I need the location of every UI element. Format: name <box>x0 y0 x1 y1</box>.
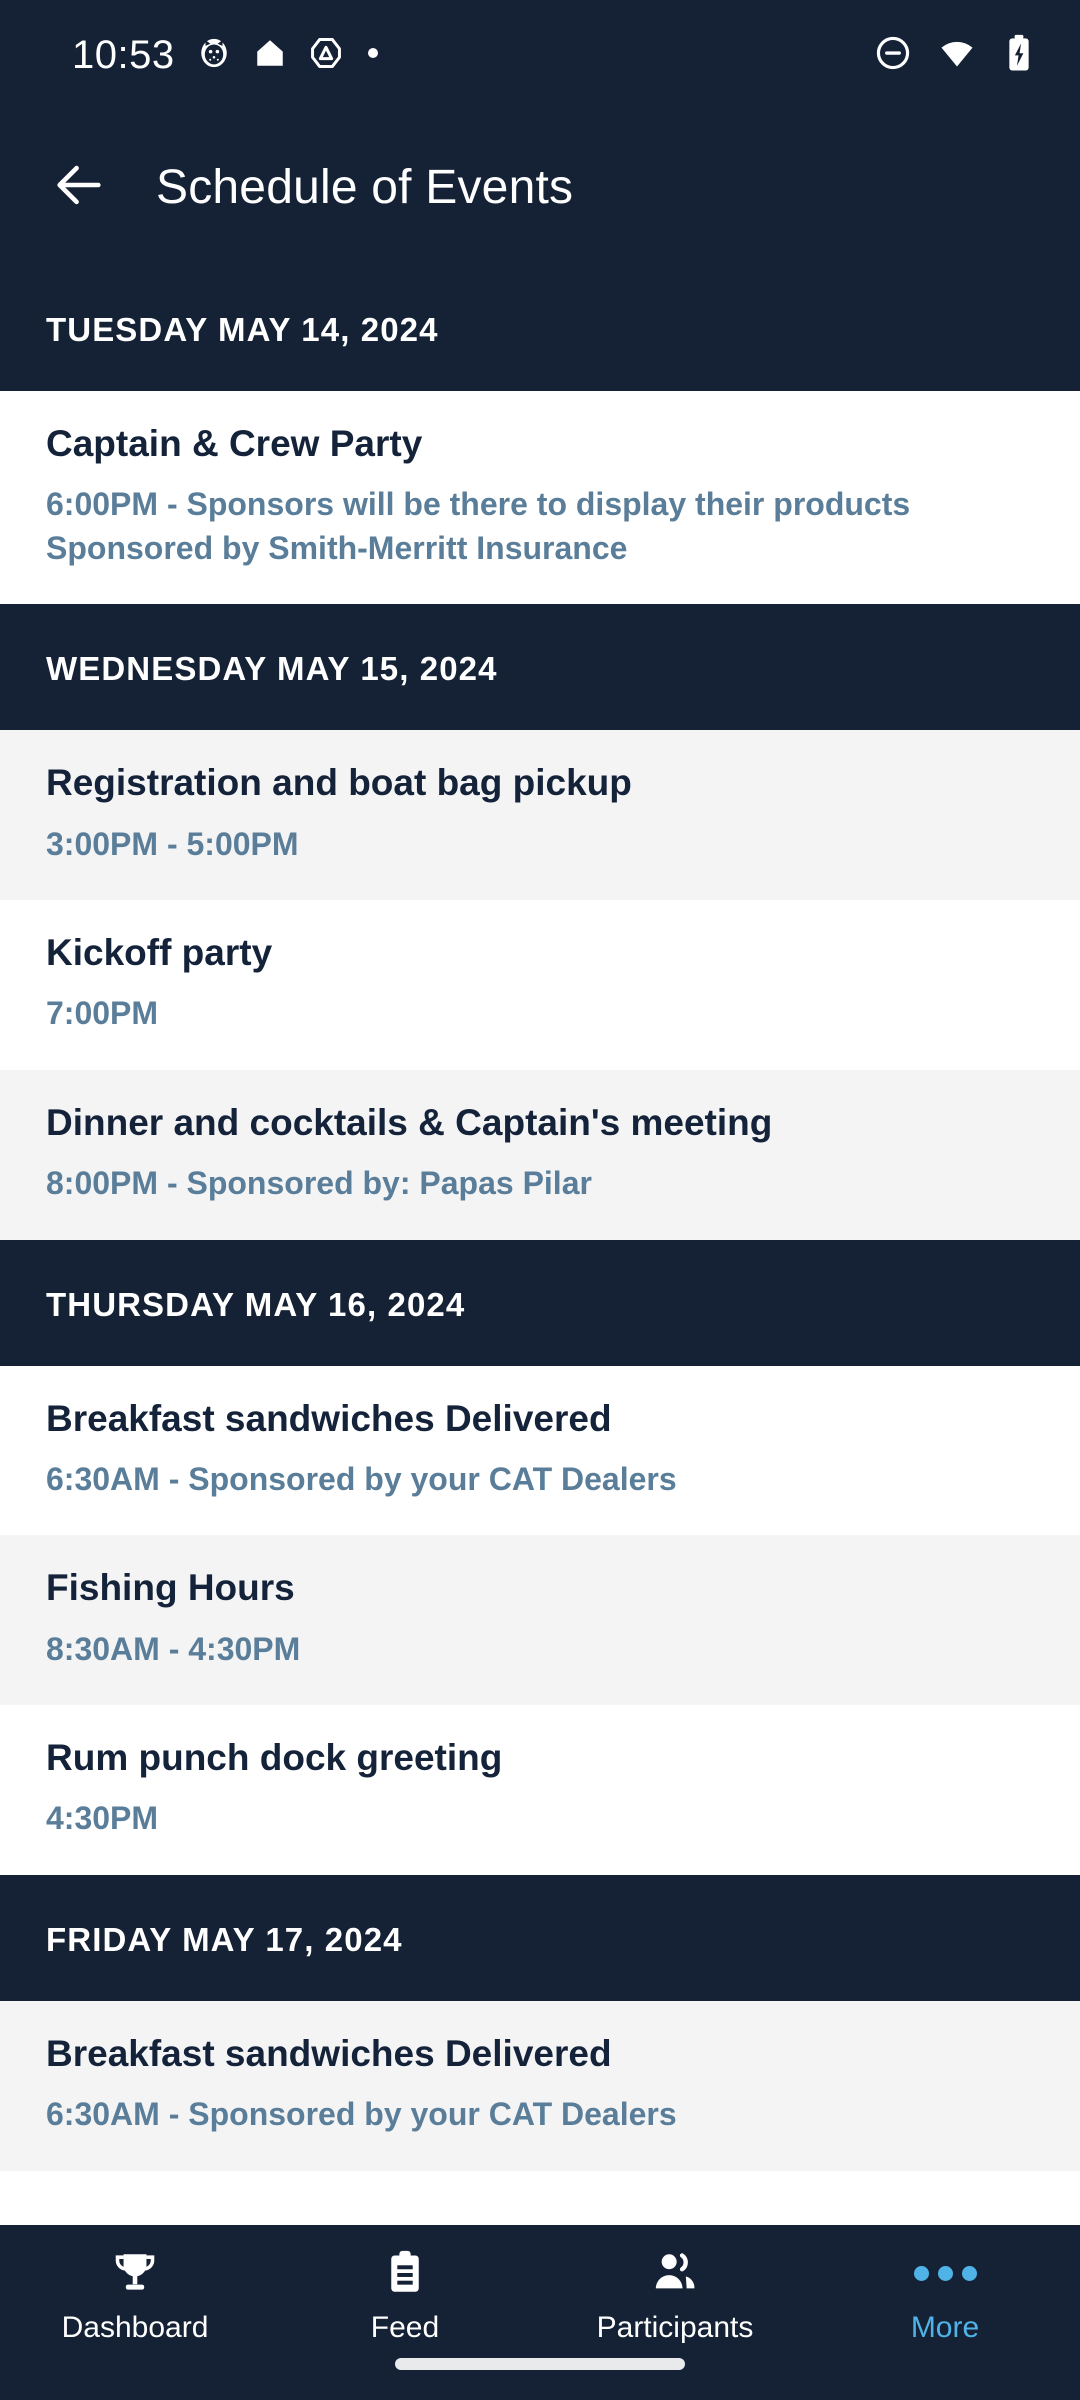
status-bar-clock: 10:53 <box>72 33 175 77</box>
nav-item-dashboard[interactable]: Dashboard <box>0 2247 270 2343</box>
date-header-label: FRIDAY MAY 17, 2024 <box>46 1920 403 1958</box>
event-subtitle: 3:00PM - 5:00PM <box>46 825 299 862</box>
event-row[interactable]: Captain & Crew Party 6:00PM - Sponsors w… <box>0 391 1080 605</box>
event-row[interactable]: Rum punch dock greeting 4:30PM <box>0 1705 1080 1875</box>
nav-item-more[interactable]: More <box>810 2247 1080 2343</box>
date-header: THURSDAY MAY 16, 2024 <box>0 1239 1080 1366</box>
cat-face-icon <box>197 36 231 75</box>
event-title: Kickoff party <box>46 932 273 974</box>
people-icon <box>650 2247 700 2299</box>
nav-item-feed[interactable]: Feed <box>270 2247 540 2343</box>
more-dots-icon <box>913 2247 977 2299</box>
event-subtitle: 4:30PM <box>46 1800 159 1837</box>
date-header: WEDNESDAY MAY 15, 2024 <box>0 604 1080 731</box>
wifi-icon <box>938 34 976 77</box>
date-header-label: THURSDAY MAY 16, 2024 <box>46 1285 466 1323</box>
event-row[interactable]: Registration and boat bag pickup 3:00PM … <box>0 730 1080 901</box>
date-header: TUESDAY MAY 14, 2024 <box>0 265 1080 391</box>
event-row[interactable]: Breakfast sandwiches Delivered 6:30AM - … <box>0 2000 1080 2171</box>
event-title: Captain & Crew Party <box>46 423 423 464</box>
event-row[interactable]: Kickoff party 7:00PM <box>0 900 1080 1070</box>
page-title: Schedule of Events <box>156 161 574 214</box>
event-title: Registration and boat bag pickup <box>46 762 632 804</box>
trophy-icon <box>110 2247 160 2299</box>
event-subtitle: 6:00PM - Sponsors will be there to displ… <box>46 486 911 566</box>
event-subtitle: 8:30AM - 4:30PM <box>46 1630 301 1667</box>
home-icon <box>253 36 287 75</box>
nav-item-participants[interactable]: Participants <box>540 2247 810 2343</box>
battery-charging-icon <box>1002 34 1036 77</box>
back-button[interactable] <box>44 153 114 223</box>
app-screen: 10:53 Schedule of Events TUESDAY MAY 14,… <box>0 0 1080 2400</box>
event-subtitle: 7:00PM <box>46 995 159 1032</box>
date-header-label: TUESDAY MAY 14, 2024 <box>46 311 439 348</box>
drive-icon <box>309 36 343 75</box>
do-not-disturb-icon <box>874 34 912 77</box>
home-indicator[interactable] <box>395 2358 685 2370</box>
event-row[interactable]: Fishing Hours 8:30AM - 4:30PM <box>0 1535 1080 1706</box>
event-title: Breakfast sandwiches Delivered <box>46 2032 612 2074</box>
event-subtitle: 8:00PM - Sponsored by: Papas Pilar <box>46 1165 592 1202</box>
bottom-navigation-bar: Dashboard Feed Participants More <box>0 2225 1080 2400</box>
event-subtitle: 6:30AM - Sponsored by your CAT Dealers <box>46 2096 677 2133</box>
nav-label-more: More <box>910 2311 980 2344</box>
event-title: Dinner and cocktails & Captain's meeting <box>46 1101 773 1143</box>
event-subtitle: 6:30AM - Sponsored by your CAT Dealers <box>46 1460 677 1497</box>
app-bar: Schedule of Events <box>0 110 1080 265</box>
event-row[interactable]: Dinner and cocktails & Captain's meeting… <box>0 1069 1080 1240</box>
date-header-label: WEDNESDAY MAY 15, 2024 <box>46 650 498 688</box>
nav-label-dashboard: Dashboard <box>61 2311 209 2344</box>
dot-icon <box>365 45 381 66</box>
event-title: Breakfast sandwiches Delivered <box>46 1397 612 1439</box>
event-title: Rum punch dock greeting <box>46 1737 503 1779</box>
status-bar-right <box>874 34 1036 77</box>
date-header: FRIDAY MAY 17, 2024 <box>0 1874 1080 2001</box>
event-title: Fishing Hours <box>46 1567 295 1609</box>
status-bar-left: 10:53 <box>72 35 381 75</box>
back-arrow-icon <box>50 156 108 219</box>
event-row[interactable]: Breakfast sandwiches Delivered 6:30AM - … <box>0 1365 1080 1536</box>
nav-label-participants: Participants <box>596 2311 754 2344</box>
schedule-list[interactable]: TUESDAY MAY 14, 2024 Captain & Crew Part… <box>0 265 1080 2225</box>
nav-label-feed: Feed <box>370 2311 440 2344</box>
clipboard-icon <box>380 2247 430 2299</box>
status-bar: 10:53 <box>0 0 1080 110</box>
